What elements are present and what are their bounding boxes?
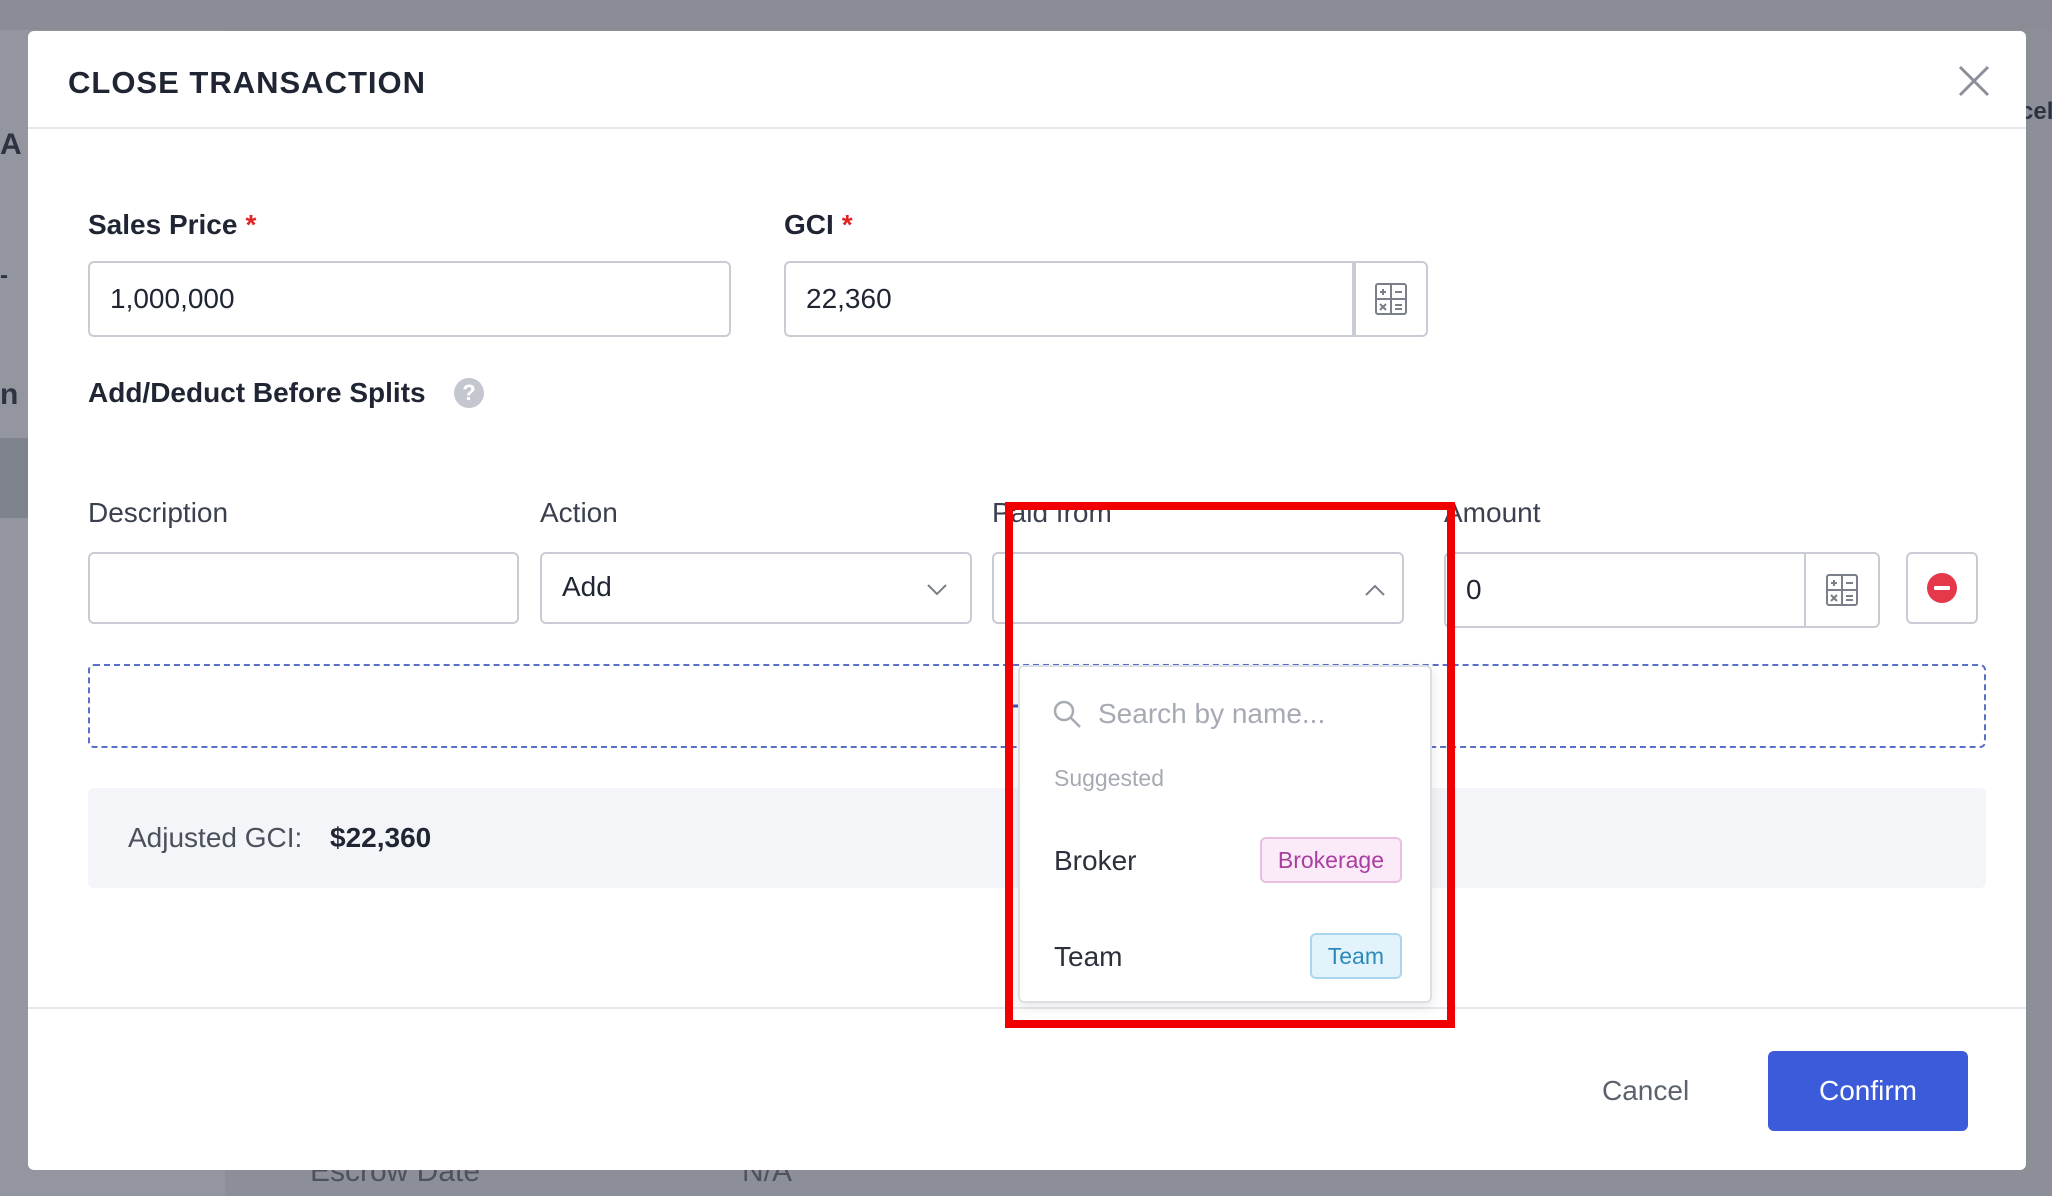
amount-column-label: Amount <box>1444 497 1541 528</box>
amount-calculator-button[interactable] <box>1804 552 1880 628</box>
action-select[interactable]: Add <box>540 552 972 624</box>
remove-icon <box>1927 573 1957 603</box>
gci-label: GCI * <box>784 209 853 241</box>
close-icon <box>1958 65 1990 97</box>
modal-header: CLOSE TRANSACTION <box>28 31 2026 129</box>
gci-calculator-button[interactable] <box>1354 261 1428 337</box>
calculator-icon <box>1375 283 1407 315</box>
background-text-fragment: - <box>0 262 8 289</box>
adjusted-gci-value: $22,360 <box>330 822 432 853</box>
description-input[interactable] <box>88 552 519 624</box>
amount-input[interactable]: 0 <box>1444 552 1806 628</box>
action-column-label: Action <box>540 497 618 528</box>
help-icon[interactable]: ? <box>454 378 484 408</box>
add-deduct-label: Add/Deduct Before Splits <box>88 377 426 408</box>
calculator-icon <box>1826 574 1858 606</box>
required-mark: * <box>841 209 853 240</box>
highlight-box <box>1005 502 1455 1028</box>
close-button[interactable] <box>1954 61 1994 101</box>
required-mark: * <box>245 209 257 240</box>
remove-row-button[interactable] <box>1906 552 1978 624</box>
adjusted-gci-label: Adjusted GCI: <box>128 822 303 853</box>
background-top-bar <box>0 0 2052 30</box>
close-transaction-modal: CLOSE TRANSACTION Sales Price * 1,000,000… <box>28 31 2026 1170</box>
sales-price-label-text: Sales Price <box>88 209 238 240</box>
sales-price-label: Sales Price * <box>88 209 256 241</box>
cancel-button[interactable]: Cancel <box>1602 1075 1689 1107</box>
chevron-down-icon <box>927 584 947 596</box>
gci-input[interactable]: 22,360 <box>784 261 1354 337</box>
confirm-button[interactable]: Confirm <box>1768 1051 1968 1131</box>
modal-title: CLOSE TRANSACTION <box>68 65 426 100</box>
action-select-value: Add <box>562 571 612 602</box>
description-column-label: Description <box>88 497 229 528</box>
gci-label-text: GCI <box>784 209 834 240</box>
sales-price-input[interactable]: 1,000,000 <box>88 261 731 337</box>
background-text-fragment: n <box>0 378 19 411</box>
background-sidebar-selected <box>0 438 30 518</box>
